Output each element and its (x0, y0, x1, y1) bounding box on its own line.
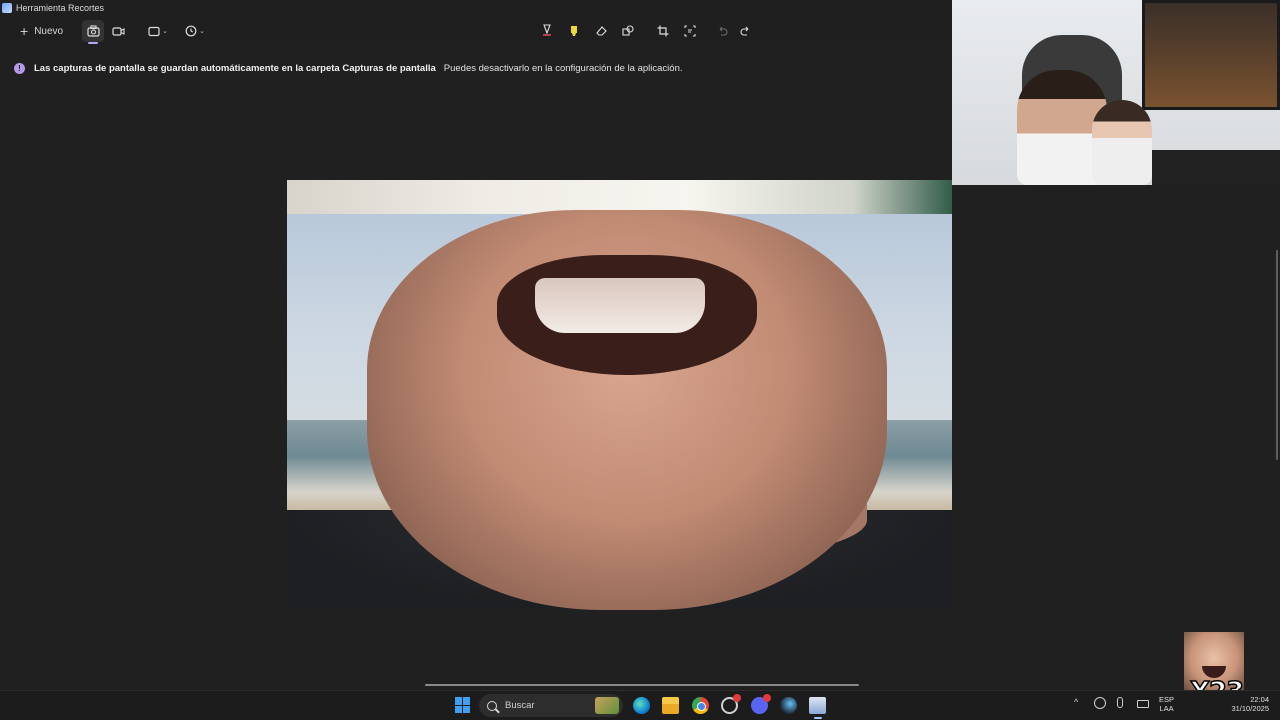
snipping-tool-app-icon (2, 3, 12, 13)
info-message: Las capturas de pantalla se guardan auto… (34, 62, 436, 74)
scrollbar-thumb[interactable] (1276, 250, 1278, 460)
search-icon (487, 700, 497, 711)
search-placeholder: Buscar (505, 700, 535, 711)
chevron-down-icon: ⌄ (199, 28, 205, 35)
window-title: Herramienta Recortes (16, 3, 105, 13)
rectangle-mode-icon (148, 26, 160, 36)
taskbar: Buscar ^ ESP LAA 22:04 31/10/2025 (0, 690, 1280, 720)
snipping-tool-taskbar-icon[interactable] (809, 697, 826, 714)
video-icon (111, 26, 125, 36)
language-code: ESP (1159, 695, 1175, 704)
redo-icon (740, 26, 749, 36)
steam-icon[interactable] (780, 697, 797, 714)
crop-icon (657, 25, 669, 37)
active-app-indicator (814, 717, 822, 719)
pen-tool-button[interactable] (536, 20, 558, 42)
taskbar-divider (425, 684, 859, 686)
webcam-overlay (952, 0, 1280, 185)
shapes-tool-button[interactable] (617, 20, 639, 42)
title-bar: Herramienta Recortes (0, 0, 952, 16)
timer-dropdown[interactable]: ⌄ (181, 20, 209, 42)
new-button[interactable]: + Nuevo (12, 20, 71, 42)
plus-icon: + (20, 23, 29, 39)
notification-badge (763, 694, 771, 702)
toolbar: + Nuevo ⌄ ⌄ (0, 16, 952, 46)
file-explorer-icon[interactable] (662, 697, 679, 714)
pen-icon (543, 24, 551, 36)
timer-icon (185, 25, 197, 37)
microphone-icon[interactable] (1117, 697, 1123, 708)
snip-shape-dropdown[interactable]: ⌄ (144, 20, 172, 42)
side-panel (952, 185, 1280, 690)
chevron-down-icon: ⌄ (162, 28, 168, 35)
search-highlight-image (595, 697, 619, 714)
keyboard-layout-code: LAA (1159, 704, 1174, 713)
text-actions-button[interactable] (679, 20, 701, 42)
notification-badge (733, 694, 741, 702)
sync-icon[interactable] (1094, 697, 1106, 709)
system-clock[interactable]: 22:04 31/10/2025 (1225, 695, 1269, 713)
highlighter-icon (571, 25, 577, 36)
new-button-label: Nuevo (34, 25, 64, 37)
eraser-tool-button[interactable] (590, 20, 612, 42)
camera-icon (86, 25, 100, 37)
eraser-icon (595, 26, 607, 36)
keyboard-icon[interactable] (1137, 700, 1149, 708)
chevron-up-icon[interactable]: ^ (1074, 697, 1078, 707)
edge-browser-icon[interactable] (633, 697, 650, 714)
redo-button[interactable] (735, 20, 757, 42)
captured-screenshot[interactable] (287, 180, 954, 610)
chrome-browser-icon[interactable] (692, 697, 709, 714)
screenshot-mode-button[interactable] (82, 20, 104, 44)
highlighter-tool-button[interactable] (563, 20, 585, 42)
undo-icon (719, 26, 728, 36)
shapes-icon (621, 25, 634, 36)
windows-start-icon[interactable] (455, 697, 471, 713)
crop-button[interactable] (652, 20, 674, 42)
autosave-info-bar: ! Las capturas de pantalla se guardan au… (0, 56, 952, 80)
taskbar-search-box[interactable]: Buscar (479, 694, 623, 717)
clock-date: 31/10/2025 (1231, 704, 1269, 713)
text-actions-icon (684, 25, 696, 37)
clock-time: 22:04 (1250, 695, 1269, 704)
video-mode-button[interactable] (107, 20, 129, 42)
undo-button[interactable] (711, 20, 733, 42)
info-icon: ! (14, 62, 25, 74)
info-settings-hint: Puedes desactivarlo en la configuración … (443, 62, 683, 74)
input-language[interactable]: ESP LAA (1159, 695, 1174, 713)
